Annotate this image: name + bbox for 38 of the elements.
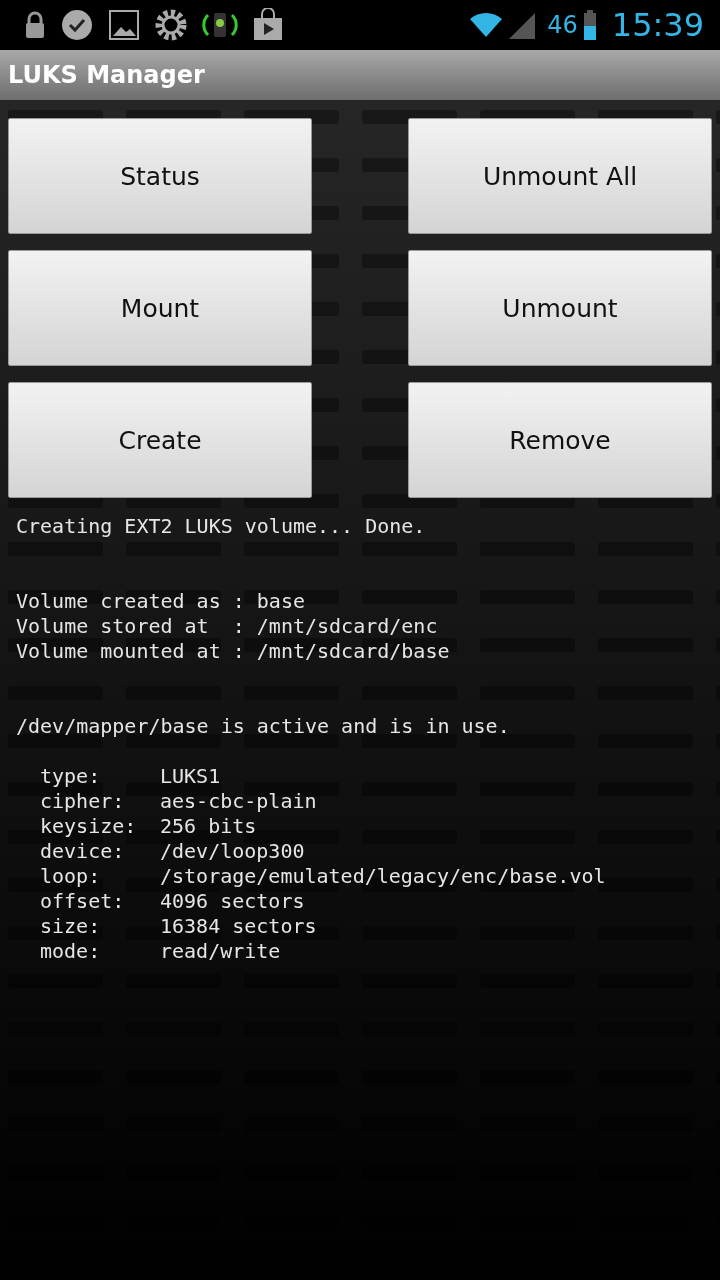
field-label: type: [40,764,102,789]
app-title: LUKS Manager [8,61,205,89]
field-value: /dev/loop300 [160,839,305,864]
action-button[interactable]: Unmount [408,250,712,366]
field-label: device: [40,839,126,864]
action-button[interactable]: Remove [408,382,712,498]
checkmark-icon [60,8,94,42]
log-line: Creating EXT2 LUKS volume... Done. [16,514,427,539]
field-value: 16384 sectors [160,914,317,939]
log-line: Volume stored at : /mnt/sdcard/enc [16,614,439,639]
field-label: keysize: [40,814,138,839]
action-button[interactable]: Mount [8,250,312,366]
clock-time: 15:39 [611,6,704,44]
action-button[interactable]: Unmount All [408,118,712,234]
field-label: offset: [40,889,126,914]
field-label: cipher: [40,789,126,814]
field-value: LUKS1 [160,764,221,789]
image-icon [108,9,140,41]
field-value: 4096 sectors [160,889,305,914]
lock-icon [24,10,46,40]
field-value: 256 bits [160,814,257,839]
gear-icon [154,8,188,42]
play-store-icon [252,8,284,42]
log-line: /dev/mapper/base is active and is in use. [16,714,511,739]
field-value: /storage/emulated/legacy/enc/base.vol [160,864,606,889]
field-label: mode: [40,939,102,964]
field-label: loop: [40,864,102,889]
field-label: size: [40,914,102,939]
field-value: read/write [160,939,281,964]
log-line: Volume created as : base [16,589,306,614]
battery-percent: 46 [547,11,578,39]
battery-icon [583,10,596,40]
log-line: Volume mounted at : /mnt/sdcard/base [16,639,451,664]
signal-icon [509,11,536,39]
wifi-icon [469,11,504,39]
field-value: aes-cbc-plain [160,789,317,814]
action-button[interactable]: Status [8,118,312,234]
action-button[interactable]: Create [8,382,312,498]
